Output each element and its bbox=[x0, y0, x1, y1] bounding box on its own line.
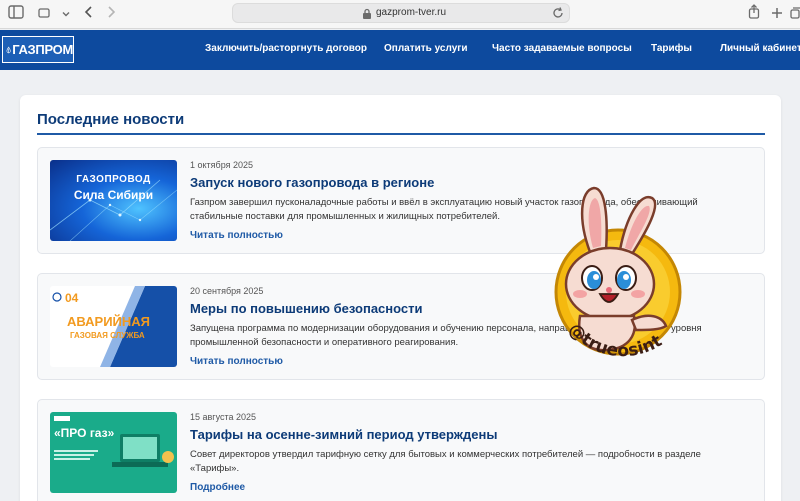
address-bar[interactable]: gazprom-tver.ru bbox=[232, 3, 570, 23]
browser-toolbar: gazprom-tver.ru bbox=[0, 0, 800, 29]
section-title: Последние новости bbox=[37, 111, 185, 128]
sidebar-icon[interactable] bbox=[6, 4, 26, 24]
news-date: 20 сентября 2025 bbox=[190, 286, 264, 296]
lock-icon bbox=[363, 8, 371, 19]
news-date: 1 октября 2025 bbox=[190, 160, 253, 170]
news-title[interactable]: Тарифы на осенне-зимний период утвержден… bbox=[190, 427, 497, 442]
nav-tariffs[interactable]: Тарифы bbox=[651, 43, 692, 54]
thumb-caption-1: АВАРИЙНАЯ bbox=[67, 314, 150, 329]
nav-pay[interactable]: Оплатить услуги bbox=[384, 43, 468, 54]
thumb-caption-1: ГАЗОПРОВОД bbox=[76, 174, 151, 185]
news-thumbnail[interactable]: 04 АВАРИЙНАЯ ГАЗОВАЯ СЛУЖБА bbox=[50, 286, 177, 367]
share-icon[interactable] bbox=[746, 4, 762, 24]
read-more-link[interactable]: Читать полностью bbox=[190, 230, 283, 241]
news-description: Совет директоров утвердил тарифную сетку… bbox=[190, 449, 701, 474]
new-tab-icon[interactable] bbox=[770, 4, 784, 24]
section-divider bbox=[37, 133, 765, 135]
nav-contract[interactable]: Заключить/расторгнуть договор bbox=[205, 43, 367, 54]
news-item: «ПРО газ» 15 августа 2025 Тарифы на осен… bbox=[37, 399, 765, 501]
thumb-caption-1: «ПРО газ» bbox=[54, 426, 115, 440]
flame-icon bbox=[6, 46, 11, 53]
read-more-link[interactable]: Читать полностью bbox=[190, 356, 283, 367]
news-title[interactable]: Запуск нового газопровода в регионе bbox=[190, 175, 434, 190]
thumb-caption-2: ГАЗОВАЯ СЛУЖБА bbox=[70, 331, 145, 340]
back-icon[interactable] bbox=[82, 4, 96, 24]
news-thumbnail[interactable]: ГАЗОПРОВОД Сила Сибири bbox=[50, 160, 177, 241]
nav-faq[interactable]: Часто задаваемые вопросы bbox=[492, 43, 632, 54]
site-nav: ГАЗПРОМ Заключить/расторгнуть договор Оп… bbox=[0, 30, 800, 70]
reload-icon[interactable] bbox=[551, 6, 565, 20]
news-thumbnail[interactable]: «ПРО газ» bbox=[50, 412, 177, 493]
news-date: 15 августа 2025 bbox=[190, 412, 257, 422]
logo-text: ГАЗПРОМ bbox=[12, 42, 73, 57]
tab-overview-icon[interactable] bbox=[789, 4, 800, 24]
tabs-icon[interactable] bbox=[38, 4, 50, 24]
url-text: gazprom-tver.ru bbox=[376, 7, 447, 18]
thumb-caption-2: Сила Сибири bbox=[73, 188, 154, 202]
thumb-number: 04 bbox=[65, 291, 79, 305]
forward-icon[interactable] bbox=[104, 4, 118, 24]
watermark-sticker: @trueosint bbox=[528, 180, 713, 365]
news-title[interactable]: Меры по повышению безопасности bbox=[190, 301, 423, 316]
chevron-down-icon[interactable] bbox=[60, 4, 72, 24]
nav-account[interactable]: Личный кабинет bbox=[720, 43, 800, 54]
read-more-link[interactable]: Подробнее bbox=[190, 482, 245, 493]
gazprom-logo[interactable]: ГАЗПРОМ bbox=[2, 36, 74, 63]
